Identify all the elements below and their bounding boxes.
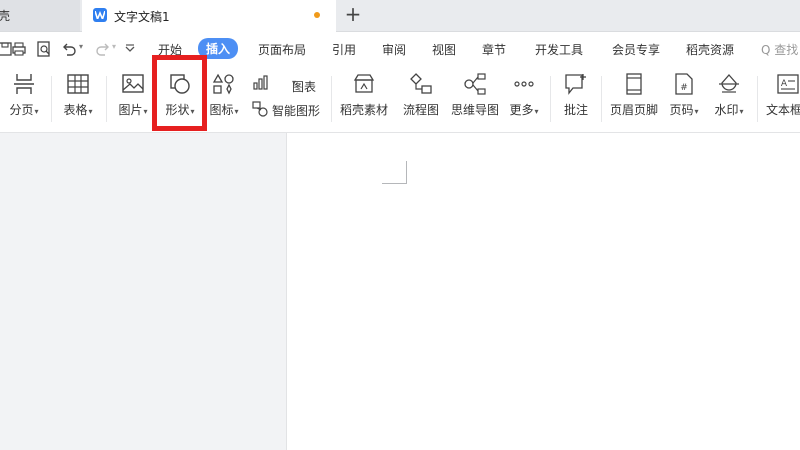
menu-references[interactable]: 引用 <box>332 41 356 58</box>
undo-dropdown-caret-icon[interactable]: ▾ <box>79 42 83 51</box>
table-label: 表格 <box>63 103 88 117</box>
search-input[interactable]: Q 查找 <box>761 41 798 58</box>
page-break-label: 分页 <box>9 103 34 117</box>
svg-text:A: A <box>781 79 788 89</box>
new-tab-button[interactable]: + <box>342 3 364 25</box>
textbox-button[interactable]: A 文本框 <box>762 66 800 126</box>
smart-shape-button[interactable]: 智能图形 <box>252 100 332 120</box>
writer-doc-icon <box>93 8 107 22</box>
page-break-button[interactable]: 分页▾ <box>2 66 46 126</box>
flowchart-label: 流程图 <box>402 103 439 117</box>
tab-bar: 壳 文字文稿1 + <box>0 0 800 32</box>
table-icon <box>67 74 89 94</box>
page-break-caret-icon: ▾ <box>34 107 39 116</box>
menu-review[interactable]: 审阅 <box>382 41 406 58</box>
print-preview-icon[interactable] <box>35 40 53 58</box>
daoke-material-button[interactable]: 稻壳素材 <box>336 66 392 126</box>
menu-member-exclusive[interactable]: 会员专享 <box>612 41 660 58</box>
unsaved-dot-icon <box>314 12 320 18</box>
picture-label: 图片 <box>118 103 143 117</box>
tab-previous-document[interactable]: 壳 <box>0 0 80 31</box>
header-footer-button[interactable]: 页眉页脚 <box>606 66 662 126</box>
print-icon[interactable] <box>10 40 28 58</box>
chart-button[interactable]: 图表 ▾ <box>252 74 316 94</box>
header-footer-icon <box>626 73 642 95</box>
svg-text:#: # <box>680 83 688 93</box>
page-number-button[interactable]: # 页码▾ <box>664 66 704 126</box>
menu-page-layout[interactable]: 页面布局 <box>258 41 306 58</box>
more-label: 更多 <box>509 103 534 117</box>
flowchart-button[interactable]: 流程图 <box>398 66 444 126</box>
smart-shape-icon <box>252 101 268 117</box>
redo-icon[interactable] <box>94 40 112 58</box>
flowchart-icon <box>410 73 432 94</box>
menu-view[interactable]: 视图 <box>432 41 456 58</box>
ribbon-divider <box>757 76 758 122</box>
page-margin-corner-mark <box>382 161 407 184</box>
daoke-material-label: 稻壳素材 <box>339 103 388 117</box>
chart-caret-icon: ▾ <box>292 78 297 87</box>
picture-button[interactable]: 图片▾ <box>111 66 155 126</box>
daoke-material-icon <box>353 74 375 93</box>
comment-icon <box>565 74 586 95</box>
customize-toolbar-icon[interactable] <box>121 40 139 58</box>
redo-dropdown-caret-icon[interactable]: ▾ <box>112 42 116 51</box>
watermark-icon <box>719 74 739 93</box>
ribbon-divider <box>550 76 551 122</box>
ribbon-divider <box>51 76 52 122</box>
menu-daoke-resources[interactable]: 稻壳资源 <box>686 41 734 58</box>
smart-shape-label: 智能图形 <box>272 104 321 118</box>
icon-library-button[interactable]: 图标▾ <box>204 66 244 126</box>
tab-active-title: 文字文稿1 <box>114 10 170 24</box>
icon-library-label: 图标 <box>209 103 234 117</box>
textbox-label: 文本框 <box>766 103 800 117</box>
mindmap-icon <box>464 73 486 95</box>
tab-previous-title: 壳 <box>0 9 11 23</box>
watermark-button[interactable]: 水印▾ <box>708 66 750 126</box>
chart-icon <box>253 75 268 90</box>
icon-library-caret-icon: ▾ <box>234 107 239 116</box>
menu-developer-tools[interactable]: 开发工具 <box>535 41 583 58</box>
mindmap-button[interactable]: 思维导图 <box>448 66 502 126</box>
shape-highlight-box <box>152 55 207 131</box>
document-page[interactable] <box>286 133 800 450</box>
picture-icon <box>122 74 144 93</box>
comment-button[interactable]: 批注 <box>556 66 596 126</box>
ribbon-divider <box>106 76 107 122</box>
menu-section[interactable]: 章节 <box>482 41 506 58</box>
header-footer-label: 页眉页脚 <box>609 103 658 117</box>
picture-caret-icon: ▾ <box>143 107 148 116</box>
table-caret-icon: ▾ <box>88 107 93 116</box>
comment-label: 批注 <box>563 103 588 117</box>
more-dots-icon <box>514 81 534 87</box>
page-number-icon: # <box>675 73 693 95</box>
page-number-label: 页码 <box>669 103 694 117</box>
more-button[interactable]: 更多▾ <box>504 66 544 126</box>
mindmap-label: 思维导图 <box>450 103 499 117</box>
undo-icon[interactable] <box>60 40 78 58</box>
watermark-caret-icon: ▾ <box>739 107 744 116</box>
icon-library-icon <box>212 73 234 95</box>
document-workspace <box>0 133 800 450</box>
ribbon-divider <box>331 76 332 122</box>
more-caret-icon: ▾ <box>534 107 539 116</box>
page-number-caret-icon: ▾ <box>694 107 699 116</box>
table-button[interactable]: 表格▾ <box>56 66 100 126</box>
insert-ribbon: 分页▾ 表格▾ 图片▾ 形状▾ 图标▾ 图表 ▾ 智能图形 稻壳素材 流程图 思… <box>0 66 800 133</box>
ribbon-divider <box>601 76 602 122</box>
textbox-icon: A <box>777 74 799 94</box>
menu-bar: ▾ ▾ 开始 插入 页面布局 引用 审阅 视图 章节 开发工具 会员专享 稻壳资… <box>0 32 800 66</box>
page-break-icon <box>14 74 34 94</box>
watermark-label: 水印 <box>714 103 739 117</box>
tab-active-document[interactable]: 文字文稿1 <box>82 0 336 32</box>
